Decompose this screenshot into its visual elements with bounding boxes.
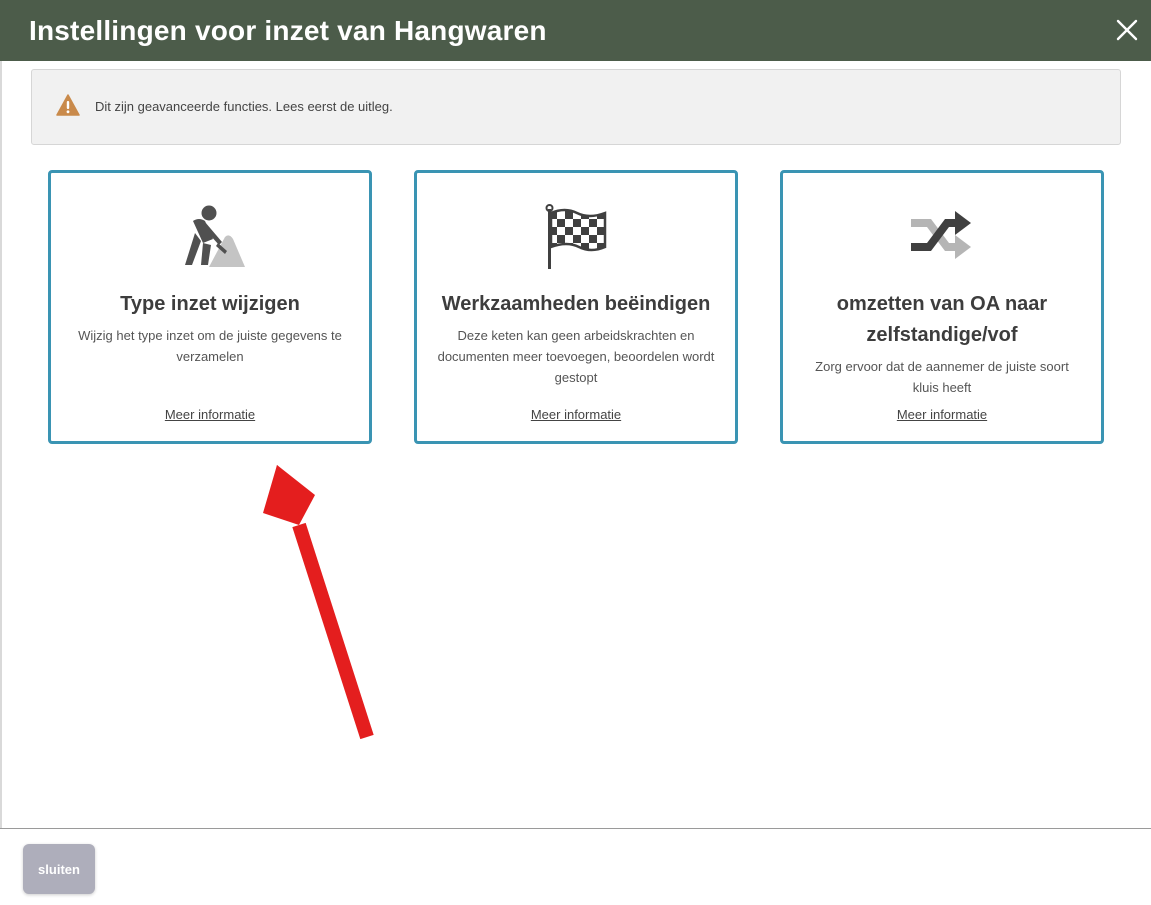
card-description: Zorg ervoor dat de aannemer de juiste so…: [815, 359, 1069, 395]
modal-footer: sluiten: [0, 829, 1151, 905]
close-footer-button[interactable]: sluiten: [23, 844, 95, 894]
card-title: Type inzet wijzigen: [120, 293, 300, 315]
more-info-link[interactable]: Meer informatie: [51, 406, 369, 424]
modal-title: Instellingen voor inzet van Hangwaren: [29, 15, 547, 46]
card-title: omzetten van OA naar zelfstandige/vof: [836, 293, 1048, 346]
road-worker-icon: [175, 203, 245, 269]
close-button[interactable]: [1111, 14, 1143, 46]
close-icon: [1116, 19, 1138, 41]
annotation-arrow-icon: [263, 465, 374, 740]
modal-header: Instellingen voor inzet van Hangwaren: [0, 0, 1151, 61]
shuffle-arrows-icon: [907, 203, 977, 269]
card-convert-oa-to-self-employed[interactable]: omzetten van OA naar zelfstandige/vof Zo…: [780, 170, 1104, 444]
background-page-edge: [0, 61, 2, 828]
card-change-deployment-type[interactable]: Type inzet wijzigen Wijzig het type inze…: [48, 170, 372, 444]
alert-text: Dit zijn geavanceerde functies. Lees eer…: [95, 99, 393, 114]
card-end-work[interactable]: Werkzaamheden beëindigen Deze keten kan …: [414, 170, 738, 444]
checkered-flag-icon: [541, 203, 611, 269]
more-info-link[interactable]: Meer informatie: [417, 406, 735, 424]
warning-icon: [56, 94, 80, 116]
card-description: Deze keten kan geen arbeidskrachten en d…: [437, 328, 715, 385]
more-info-link[interactable]: Meer informatie: [783, 406, 1101, 424]
card-description: Wijzig het type inzet om de juiste gegev…: [78, 328, 342, 364]
card-title: Werkzaamheden beëindigen: [441, 293, 711, 315]
page: Instellingen voor inzet van Hangwaren Di…: [0, 0, 1151, 905]
warning-alert: Dit zijn geavanceerde functies. Lees eer…: [31, 69, 1121, 145]
